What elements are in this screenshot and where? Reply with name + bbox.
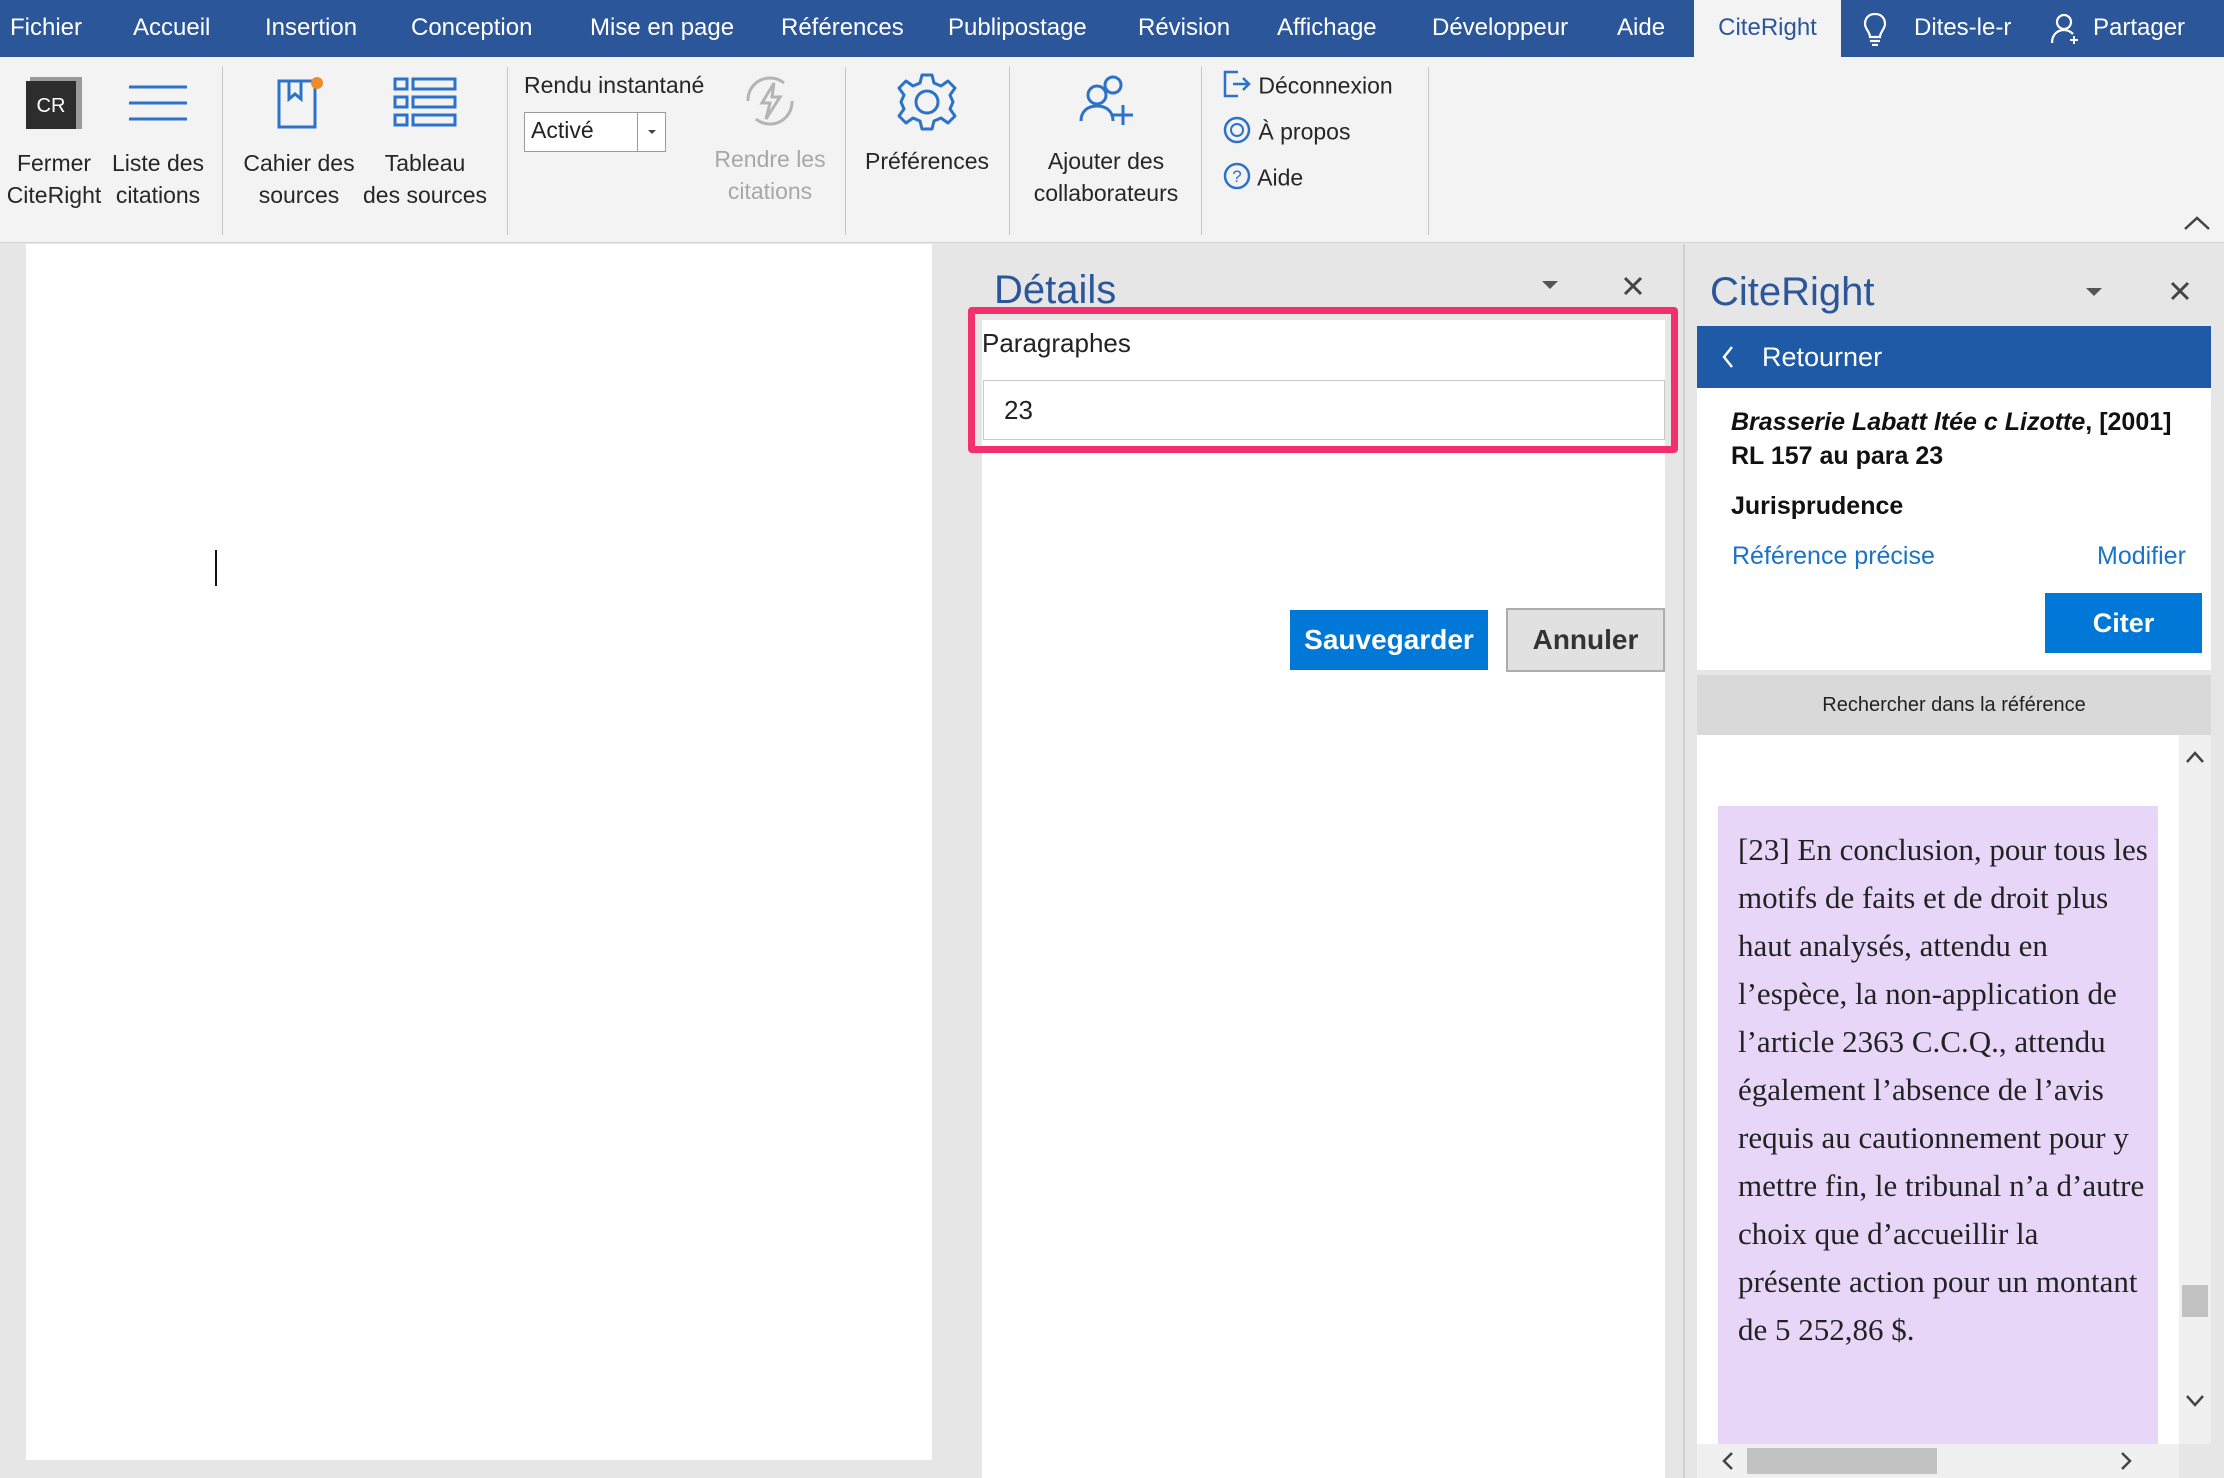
- about-label: À propos: [1258, 118, 1351, 145]
- table-label-1: Tableau: [384, 150, 466, 176]
- source-table-button[interactable]: Tableau des sources: [358, 73, 492, 211]
- menu-bar: Fichier Accueil Insertion Conception Mis…: [0, 0, 2224, 57]
- document-page[interactable]: [26, 244, 932, 1460]
- tab-citeright[interactable]: CiteRight: [1694, 0, 1841, 57]
- citeright-title: CiteRight: [1710, 270, 1875, 314]
- modify-link[interactable]: Modifier: [2097, 542, 2186, 571]
- help-button[interactable]: ? Aide: [1222, 161, 1303, 198]
- citeright-menu-icon[interactable]: [2082, 280, 2106, 314]
- back-button[interactable]: Retourner: [1697, 326, 2211, 388]
- preferences-label: Préférences: [864, 148, 989, 174]
- tell-me-search[interactable]: Dites-le-r: [1914, 0, 2011, 57]
- details-content: [982, 320, 1665, 1478]
- tab-insertion[interactable]: Insertion: [265, 0, 357, 57]
- help-icon: ?: [1222, 161, 1252, 198]
- citeright-close-icon[interactable]: [2168, 277, 2192, 311]
- close-citeright-button[interactable]: CR Fermer CiteRight: [0, 73, 108, 211]
- share-button[interactable]: Partager: [2093, 0, 2185, 57]
- cancel-button[interactable]: Annuler: [1506, 608, 1665, 672]
- notebook-label-1: Cahier des: [243, 150, 355, 176]
- back-label: Retourner: [1762, 342, 1883, 372]
- vertical-scrollbar[interactable]: [2179, 735, 2211, 1444]
- notebook-icon: [236, 73, 362, 141]
- tab-fichier[interactable]: Fichier: [10, 0, 82, 57]
- collab-label-1: Ajouter des: [1047, 148, 1165, 174]
- scroll-right-icon[interactable]: [2117, 1450, 2135, 1477]
- precise-reference-link[interactable]: Référence précise: [1732, 542, 1935, 571]
- list-label-1: Liste des: [111, 150, 205, 176]
- list-icon: [106, 73, 210, 141]
- ribbon-separator: [222, 67, 223, 235]
- render-label-2: citations: [727, 178, 813, 204]
- ribbon-separator: [1201, 67, 1202, 235]
- collapse-ribbon-icon[interactable]: [2182, 212, 2212, 239]
- collab-label-2: collaborateurs: [1033, 180, 1179, 206]
- paragraphs-input[interactable]: 23: [983, 380, 1665, 440]
- ribbon-separator: [507, 67, 508, 235]
- list-label-2: citations: [115, 182, 201, 208]
- close-label-1: Fermer: [16, 150, 92, 176]
- scroll-left-icon[interactable]: [1719, 1450, 1737, 1477]
- render-label-1: Rendre les: [714, 146, 826, 172]
- lightning-refresh-icon: [708, 69, 832, 141]
- citeright-logo-icon: CR: [0, 73, 108, 141]
- scroll-down-icon[interactable]: [2184, 1391, 2206, 1416]
- logout-icon: [1222, 69, 1252, 106]
- tab-publipostage[interactable]: Publipostage: [948, 0, 1087, 57]
- chevron-down-icon[interactable]: [637, 113, 665, 151]
- scroll-up-icon[interactable]: [2184, 747, 2206, 772]
- lightbulb-icon[interactable]: [1862, 12, 1888, 47]
- table-label-2: des sources: [362, 182, 487, 208]
- instant-render-value: Activé: [531, 117, 594, 143]
- paragraph-text: [23] En conclusion, pour tous les motifs…: [1738, 832, 2148, 1347]
- save-button[interactable]: Sauvegarder: [1290, 610, 1488, 670]
- table-icon: [358, 73, 492, 141]
- source-notebook-button[interactable]: Cahier des sources: [236, 73, 362, 211]
- svg-text:?: ?: [1232, 167, 1241, 186]
- citation-text: Brasserie Labatt ltée c Lizotte, [2001] …: [1731, 405, 2201, 473]
- tab-affichage[interactable]: Affichage: [1277, 0, 1377, 57]
- logout-button[interactable]: Déconnexion: [1222, 69, 1393, 106]
- text-cursor: [215, 550, 217, 586]
- tab-revision[interactable]: Révision: [1138, 0, 1230, 57]
- svg-text:CR: CR: [37, 95, 66, 117]
- details-title: Détails: [994, 268, 1117, 312]
- citation-case-name: Brasserie Labatt ltée c Lizotte: [1731, 408, 2086, 436]
- cite-button[interactable]: Citer: [2045, 593, 2202, 653]
- instant-render-select[interactable]: Activé: [524, 112, 666, 152]
- gear-icon: [858, 69, 996, 143]
- tab-aide[interactable]: Aide: [1617, 0, 1665, 57]
- horizontal-scroll-thumb[interactable]: [1747, 1448, 1937, 1474]
- details-menu-icon[interactable]: [1538, 270, 1562, 304]
- about-button[interactable]: À propos: [1222, 115, 1350, 152]
- close-label-2: CiteRight: [6, 182, 102, 208]
- render-citations-button[interactable]: Rendre les citations: [708, 69, 832, 207]
- tab-developpeur[interactable]: Développeur: [1432, 0, 1568, 57]
- ribbon: CR Fermer CiteRight Liste des citations …: [0, 57, 2224, 243]
- ribbon-separator: [845, 67, 846, 235]
- tab-conception[interactable]: Conception: [411, 0, 532, 57]
- logout-label: Déconnexion: [1258, 72, 1393, 99]
- search-in-reference-button[interactable]: Rechercher dans la référence: [1697, 675, 2211, 735]
- ribbon-separator: [1428, 67, 1429, 235]
- paragraphs-label: Paragraphes: [982, 328, 1131, 358]
- instant-render-label: Rendu instantané: [524, 72, 705, 98]
- tab-accueil[interactable]: Accueil: [133, 0, 210, 57]
- person-icon: [2050, 12, 2080, 46]
- source-type: Jurisprudence: [1731, 492, 1904, 520]
- ribbon-separator: [1009, 67, 1010, 235]
- notebook-label-2: sources: [258, 182, 340, 208]
- horizontal-scrollbar[interactable]: [1697, 1444, 2179, 1478]
- details-close-icon[interactable]: [1621, 272, 1645, 306]
- citation-list-button[interactable]: Liste des citations: [106, 73, 210, 211]
- about-icon: [1222, 115, 1252, 152]
- add-users-icon: [1020, 69, 1192, 143]
- tab-mise-en-page[interactable]: Mise en page: [590, 0, 734, 57]
- vertical-scroll-thumb[interactable]: [2182, 1285, 2208, 1317]
- tab-references[interactable]: Références: [781, 0, 904, 57]
- help-label: Aide: [1257, 164, 1304, 191]
- preferences-button[interactable]: Préférences: [858, 69, 996, 177]
- add-collaborators-button[interactable]: Ajouter des collaborateurs: [1020, 69, 1192, 209]
